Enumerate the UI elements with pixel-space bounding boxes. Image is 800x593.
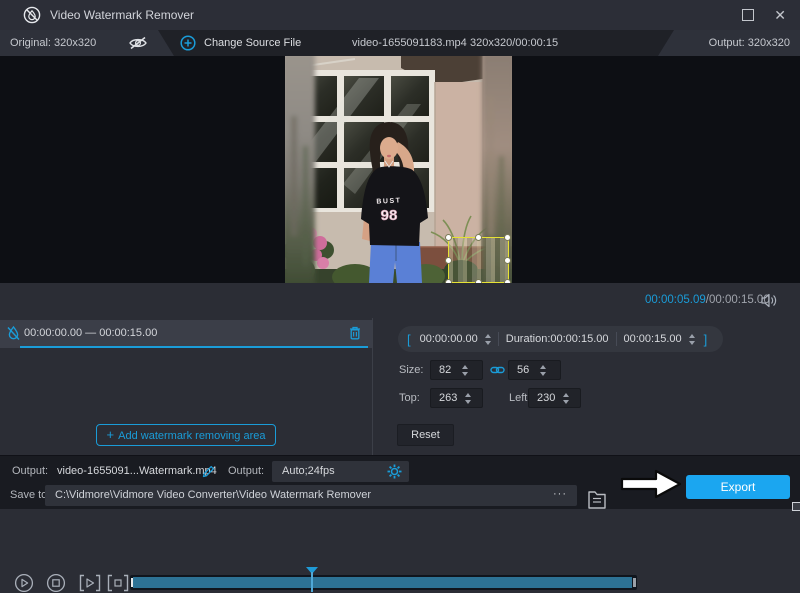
rename-icon[interactable] bbox=[201, 464, 216, 479]
left-value: 230 bbox=[529, 392, 555, 404]
lock-ratio-icon[interactable] bbox=[490, 363, 505, 377]
export-button[interactable]: Export bbox=[686, 475, 790, 499]
play-button[interactable] bbox=[14, 573, 36, 593]
format-settings-gear-icon[interactable] bbox=[387, 464, 402, 479]
duration-field: Duration:00:00:15.00 bbox=[506, 333, 609, 345]
original-resolution-label: Original: 320x320 bbox=[10, 30, 96, 56]
source-toolbar: Original: 320x320 Change Source File vid… bbox=[0, 30, 800, 56]
open-folder-icon[interactable] bbox=[586, 487, 608, 510]
height-stepper[interactable] bbox=[532, 365, 555, 376]
size-label: Size: bbox=[399, 364, 423, 376]
annotation-arrow bbox=[620, 469, 684, 499]
stop-segment-button[interactable] bbox=[106, 573, 128, 593]
start-time-stepper[interactable] bbox=[485, 334, 491, 345]
time-display: 00:00:05.09/00:00:15.00 bbox=[645, 283, 770, 318]
segment-time-range: 00:00:00.00 — 00:00:15.00 bbox=[24, 320, 157, 346]
panel-divider bbox=[372, 318, 373, 455]
output-format-label: Output: bbox=[228, 465, 264, 477]
end-time-field[interactable]: 00:00:15.00 bbox=[624, 333, 682, 345]
source-filename: video-1655091183.mp4 bbox=[352, 30, 467, 56]
top-stepper[interactable] bbox=[457, 393, 477, 404]
selection-handle-e[interactable] bbox=[504, 257, 511, 264]
app-logo-icon bbox=[23, 6, 41, 24]
transport-bar: 00:00:05.09/00:00:15.00 bbox=[0, 283, 800, 318]
background-window-sliver bbox=[792, 502, 800, 511]
segment-active-indicator bbox=[20, 346, 368, 348]
hide-preview-icon[interactable] bbox=[127, 35, 149, 51]
volume-icon[interactable] bbox=[760, 292, 778, 309]
title-bar: Video Watermark Remover ✕ bbox=[0, 0, 800, 30]
timeline-progress bbox=[133, 577, 632, 588]
stop-button[interactable] bbox=[46, 573, 68, 593]
browse-more-button[interactable]: ··· bbox=[553, 488, 567, 500]
top-label: Top: bbox=[399, 392, 420, 404]
segment-time-editor: [ 00:00:00.00 Duration:00:00:15.00 00:00… bbox=[398, 326, 723, 352]
output-format-dropdown[interactable]: Auto;24fps bbox=[272, 461, 409, 482]
reset-button[interactable]: Reset bbox=[397, 424, 454, 446]
top-field[interactable]: 263 bbox=[430, 388, 483, 408]
watermark-segment-row[interactable]: 00:00:00.00 — 00:00:15.00 bbox=[0, 320, 372, 348]
output-format-value: Auto;24fps bbox=[282, 465, 335, 477]
current-time: 00:00:05.09 bbox=[645, 294, 706, 306]
output-filename: video-1655091...Watermark.mp4 bbox=[57, 465, 217, 477]
shirt-print-text: BUST bbox=[376, 197, 401, 205]
trim-start-handle[interactable] bbox=[131, 578, 133, 587]
source-meta: 320x320/00:00:15 bbox=[470, 30, 558, 56]
timeline-track[interactable] bbox=[130, 575, 637, 590]
width-field[interactable]: 82 bbox=[430, 360, 483, 380]
preview-stage: BUST 98 bbox=[0, 56, 800, 283]
delete-segment-icon[interactable] bbox=[348, 325, 362, 341]
editor-panels: 00:00:00.00 — 00:00:15.00 +Add watermark… bbox=[0, 318, 800, 455]
save-path-field[interactable]: C:\Vidmore\Vidmore Video Converter\Video… bbox=[45, 485, 577, 506]
output-resolution-label: Output: 320x320 bbox=[709, 30, 790, 56]
watermark-drop-icon bbox=[6, 325, 21, 342]
left-stepper[interactable] bbox=[555, 393, 575, 404]
height-field[interactable]: 56 bbox=[508, 360, 561, 380]
width-value: 82 bbox=[431, 364, 454, 376]
output-name-label: Output: bbox=[12, 465, 48, 477]
watermark-blur-preview bbox=[449, 238, 508, 282]
bracket-open: [ bbox=[398, 332, 420, 347]
footer-bar: Output: video-1655091...Watermark.mp4 Ou… bbox=[0, 455, 800, 509]
close-button[interactable]: ✕ bbox=[774, 0, 786, 30]
window-title: Video Watermark Remover bbox=[50, 0, 194, 30]
add-watermark-area-button[interactable]: +Add watermark removing area bbox=[96, 424, 276, 446]
trim-end-handle[interactable] bbox=[633, 578, 636, 587]
bracket-close: ] bbox=[695, 332, 717, 347]
shirt-print-number: 98 bbox=[381, 207, 398, 224]
selection-handle-nw[interactable] bbox=[445, 234, 452, 241]
width-stepper[interactable] bbox=[454, 365, 477, 376]
start-time-field[interactable]: 00:00:00.00 bbox=[420, 333, 478, 345]
watermark-selection-box[interactable] bbox=[448, 237, 509, 283]
change-source-icon[interactable] bbox=[180, 35, 196, 51]
plus-icon: + bbox=[107, 427, 115, 442]
height-value: 56 bbox=[509, 364, 532, 376]
left-field[interactable]: 230 bbox=[528, 388, 581, 408]
add-area-label: Add watermark removing area bbox=[118, 430, 265, 442]
selection-handle-n[interactable] bbox=[475, 234, 482, 241]
save-path-value: C:\Vidmore\Vidmore Video Converter\Video… bbox=[55, 489, 371, 501]
selection-handle-w[interactable] bbox=[445, 257, 452, 264]
maximize-button[interactable] bbox=[742, 9, 754, 21]
top-value: 263 bbox=[431, 392, 457, 404]
video-preview[interactable]: BUST 98 bbox=[285, 56, 512, 283]
output-resolution-panel: Output: 320x320 bbox=[658, 30, 800, 56]
play-segment-button[interactable] bbox=[78, 573, 100, 593]
selection-handle-ne[interactable] bbox=[504, 234, 511, 241]
playhead-line[interactable] bbox=[311, 572, 313, 592]
change-source-button[interactable]: Change Source File bbox=[204, 30, 301, 56]
